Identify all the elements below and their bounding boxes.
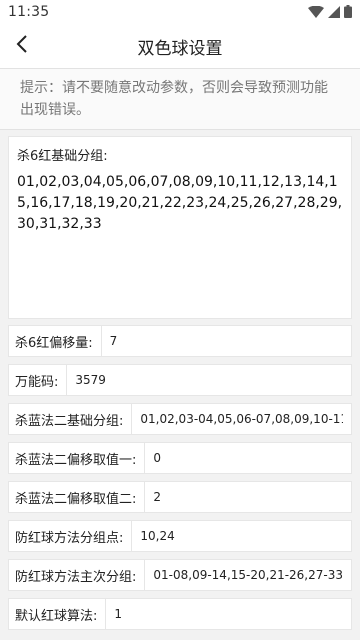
field-label: 默认红球算法:: [8, 598, 107, 630]
settings-form: 杀6红基础分组: 01,02,03,04,05,06,07,08,09,10,1…: [0, 130, 360, 630]
blue-offset-one-input[interactable]: [145, 442, 352, 474]
blue-offset-two-input[interactable]: [145, 481, 352, 513]
guard-red-groups-input[interactable]: [145, 559, 352, 591]
status-bar: 11:35: [0, 0, 360, 24]
field-row-blue-offset-two: 杀蓝法二偏移取值二:: [8, 481, 352, 513]
field-row-guard-red-point: 防红球方法分组点:: [8, 520, 352, 552]
default-red-algo-input[interactable]: [106, 598, 352, 630]
status-time: 11:35: [8, 4, 50, 20]
field-row-blue-offset-one: 杀蓝法二偏移取值一:: [8, 442, 352, 474]
blue-base-group-input[interactable]: [132, 403, 352, 435]
guard-red-point-input[interactable]: [132, 520, 352, 552]
field-label: 万能码:: [8, 364, 68, 396]
field-label: 杀蓝法二偏移取值二:: [8, 481, 146, 513]
field-label: 防红球方法主次分组:: [8, 559, 146, 591]
red-base-group-textarea[interactable]: 01,02,03,04,05,06,07,08,09,10,11,12,13,1…: [9, 166, 351, 318]
field-row-red-offset: 杀6红偏移量:: [8, 325, 352, 357]
field-row-guard-red-groups: 防红球方法主次分组:: [8, 559, 352, 591]
signal-icon: [328, 3, 340, 22]
field-row-default-red-algo: 默认红球算法:: [8, 598, 352, 630]
red-base-group-card: 杀6红基础分组: 01,02,03,04,05,06,07,08,09,10,1…: [8, 136, 352, 319]
page-title: 双色球设置: [137, 38, 223, 59]
red-base-group-label: 杀6红基础分组:: [17, 149, 108, 164]
status-icons: [308, 3, 352, 22]
field-label: 防红球方法分组点:: [8, 520, 133, 552]
field-row-universal-code: 万能码:: [8, 364, 352, 396]
universal-code-input[interactable]: [67, 364, 352, 396]
back-button[interactable]: [0, 24, 44, 68]
back-arrow-icon: [15, 34, 29, 58]
battery-icon: [344, 3, 352, 22]
field-label: 杀6红偏移量:: [8, 325, 102, 357]
wifi-icon: [308, 3, 324, 22]
hint-text: 提示：请不要随意改动参数，否则会导致预测功能出现错误。: [0, 69, 360, 130]
field-label: 杀蓝法二偏移取值一:: [8, 442, 146, 474]
field-label: 杀蓝法二基础分组:: [8, 403, 133, 435]
app-bar: 双色球设置: [0, 24, 360, 69]
red-offset-input[interactable]: [101, 325, 352, 357]
field-row-blue-base-group: 杀蓝法二基础分组:: [8, 403, 352, 435]
